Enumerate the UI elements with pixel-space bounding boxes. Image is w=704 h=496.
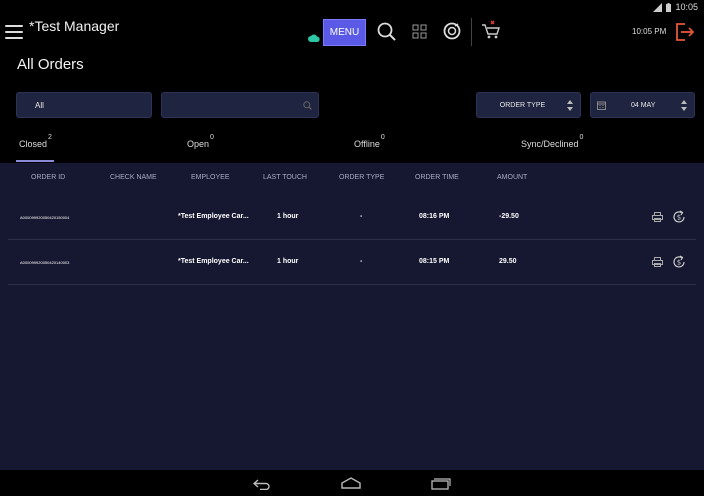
cloud-sync-icon (308, 34, 320, 42)
svg-text:$: $ (677, 214, 681, 222)
tab-label: Offline (354, 139, 380, 149)
date-label: 04 MAY (631, 102, 656, 109)
amount: 29.50 (499, 258, 517, 265)
last-touch: 1 hour (277, 213, 299, 220)
table-row[interactable]: A00009992005042015000­4 *Test Employee C… (8, 195, 696, 240)
employee: *Test Employee Car... (178, 258, 249, 265)
order-id: A00009992005042015000­4 (20, 215, 70, 220)
print-icon[interactable] (652, 257, 663, 267)
system-status-bar: 10:05 (0, 0, 704, 14)
app-toolbar: *Test Manager MENU 10:05 PM (0, 14, 704, 52)
employee: *Test Employee Car... (178, 213, 249, 220)
search-input[interactable] (161, 92, 319, 118)
calendar-icon (597, 101, 606, 110)
logout-icon[interactable] (676, 23, 695, 41)
order-type: - (360, 213, 363, 220)
menu-button[interactable]: MENU (323, 19, 366, 46)
signal-icon (653, 2, 663, 12)
status-time: 10:05 (675, 2, 698, 12)
page-title: All Orders (17, 56, 84, 73)
tab-closed[interactable]: Closed2 (16, 134, 54, 162)
toolbar-divider (471, 18, 472, 46)
clock: 10:05 PM (632, 27, 667, 36)
search-icon (303, 101, 312, 110)
app-title: *Test Manager (29, 18, 120, 34)
column-header-order-time: ORDER TIME (415, 174, 459, 181)
battery-icon (666, 2, 672, 12)
tab-count: 2 (48, 134, 52, 141)
svg-text:$: $ (677, 259, 681, 267)
grid-view-icon[interactable] (412, 24, 427, 39)
tab-count: 0 (210, 134, 214, 141)
last-touch: 1 hour (277, 258, 299, 265)
sort-arrows-icon (681, 100, 687, 111)
hamburger-menu-icon[interactable] (5, 25, 23, 41)
tab-count: 0 (579, 134, 584, 141)
column-header-amount: AMOUNT (497, 174, 528, 181)
tab-label: Closed (19, 139, 48, 149)
status-filter-select[interactable]: All (16, 92, 152, 118)
loyalty-coin-icon[interactable] (443, 22, 461, 40)
column-header-order-type: ORDER TYPE (339, 174, 385, 181)
orders-table: ORDER ID CHECK NAME EMPLOYEE LAST TOUCH … (0, 163, 704, 470)
table-row[interactable]: A0000999200504201400­03 *Test Employee C… (8, 240, 696, 285)
column-header-last-touch: LAST TOUCH (263, 174, 307, 181)
tab-count: 0 (380, 134, 385, 141)
tab-sync-declined[interactable]: Sync/Declined0 (521, 134, 583, 162)
column-header-employee: EMPLOYEE (191, 174, 230, 181)
amount: -29.50 (499, 213, 519, 220)
home-icon[interactable] (341, 477, 361, 489)
order-type-select[interactable]: ORDER TYPE (476, 92, 581, 118)
sort-arrows-icon (567, 100, 573, 111)
order-time: 08:15 PM (419, 258, 450, 265)
tab-open[interactable]: Open0 (187, 134, 214, 162)
tab-label: Open (187, 139, 210, 149)
tab-label: Sync/Declined (521, 139, 579, 149)
refund-icon[interactable]: $ (672, 210, 686, 224)
print-icon[interactable] (652, 212, 663, 222)
order-time: 08:16 PM (419, 213, 450, 220)
order-id: A0000999200504201400­03 (20, 260, 70, 265)
column-header-check-name: CHECK NAME (110, 174, 157, 181)
system-nav-bar (0, 470, 704, 496)
order-type: - (360, 258, 363, 265)
back-icon[interactable] (252, 478, 272, 490)
tab-offline[interactable]: Offline0 (354, 134, 385, 162)
column-header-order-id: ORDER ID (31, 174, 66, 181)
search-icon[interactable] (377, 22, 396, 41)
order-type-label: ORDER TYPE (499, 101, 546, 109)
date-select[interactable]: 04 MAY (590, 92, 695, 118)
cart-icon[interactable] (481, 20, 501, 40)
recent-apps-icon[interactable] (431, 476, 451, 490)
refund-icon[interactable]: $ (672, 255, 686, 269)
